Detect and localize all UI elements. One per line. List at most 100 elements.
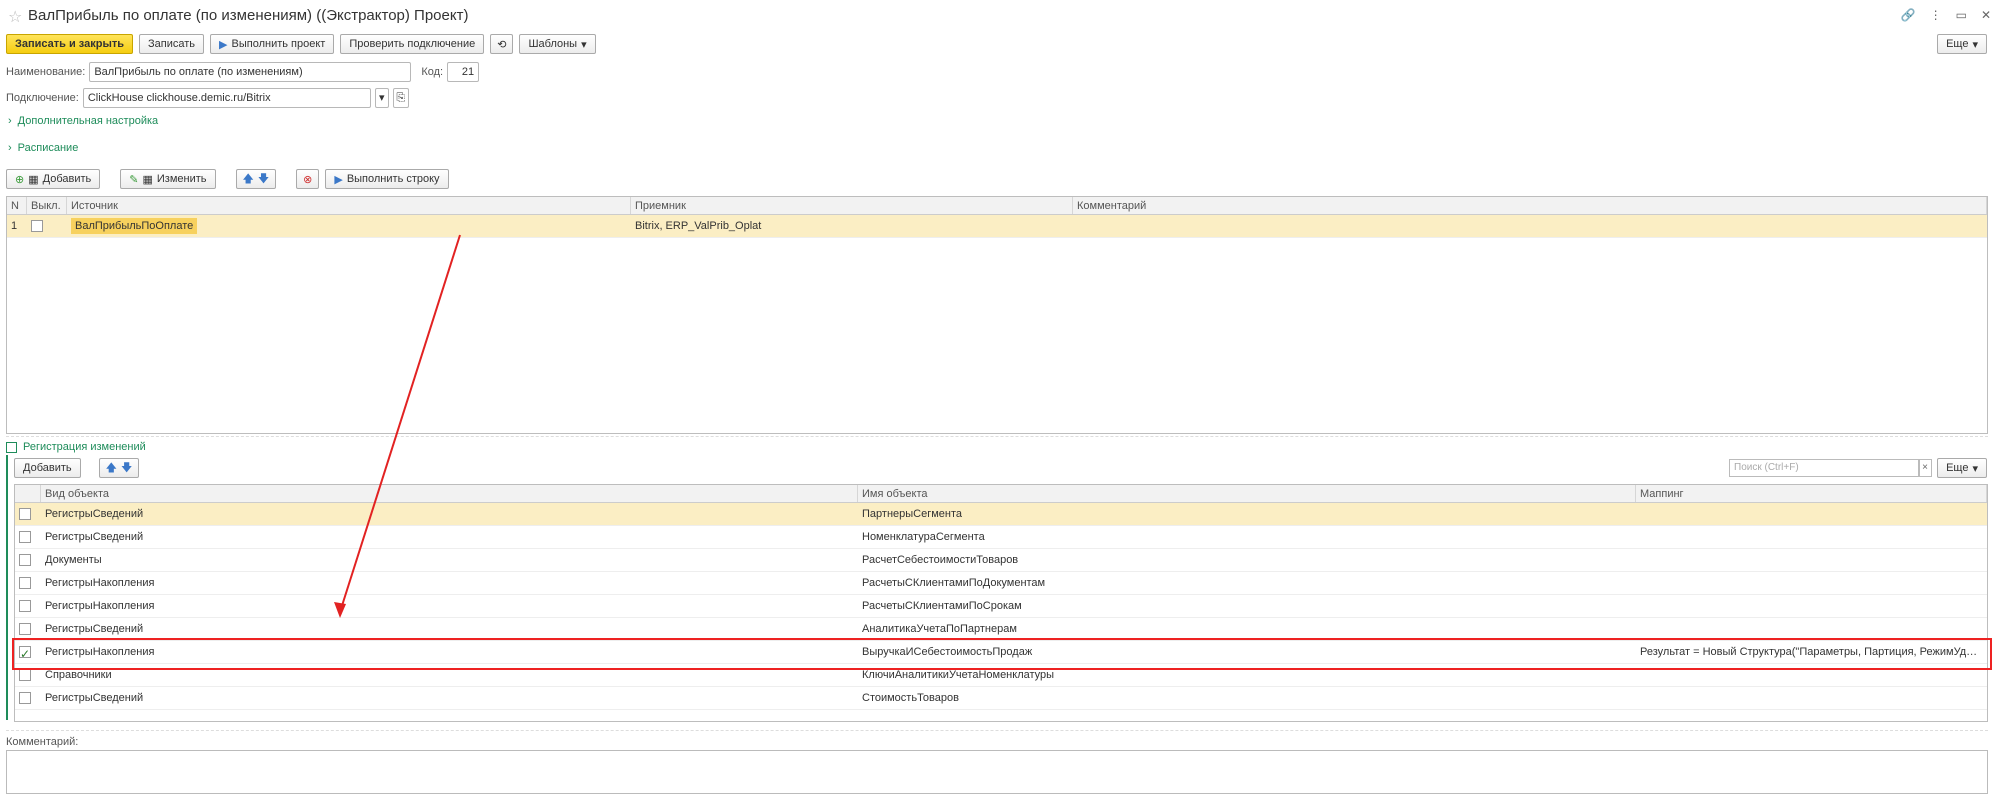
cell-mapping[interactable]: Результат = Новый Структура("Параметры, … — [1636, 641, 1987, 663]
extra-settings-section[interactable]: › Дополнительная настройка — [8, 115, 158, 127]
connection-dropdown-icon[interactable]: ▾ — [374, 88, 389, 108]
reg-more-button[interactable]: Еще ▾ — [1937, 458, 1987, 478]
link-icon[interactable]: 🔗 — [1901, 8, 1916, 22]
cell-mapping[interactable] — [1636, 526, 1987, 548]
col-kind[interactable]: Вид объекта — [41, 485, 858, 502]
table-row[interactable]: РегистрыНакопленияВыручкаИСебестоимостьП… — [15, 641, 1987, 664]
favorite-star-icon[interactable]: ☆ — [8, 7, 22, 27]
cell-kind[interactable]: РегистрыСведений — [41, 618, 858, 640]
search-input[interactable]: Поиск (Ctrl+F) — [1729, 459, 1920, 477]
reg-move-button[interactable]: 🡅 🡇 — [98, 458, 140, 478]
move-up-button[interactable]: 🡅 🡇 — [235, 169, 277, 189]
table-row[interactable]: РегистрыНакопления РасчетыСКлиентамиПоДок… — [15, 572, 1987, 595]
cell-check[interactable] — [15, 503, 41, 525]
cell-kind[interactable]: РегистрыНакопления — [41, 641, 858, 663]
cell-mapping[interactable] — [1636, 503, 1987, 525]
cell-mapping[interactable] — [1636, 595, 1987, 617]
cell-name[interactable]: ВыручкаИСебестоимостьПродаж — [858, 641, 1636, 663]
cell-name[interactable]: НоменклатураСегмента — [858, 526, 1636, 548]
cell-name[interactable]: ПартнерыСегмента — [858, 503, 1636, 525]
col-mapping[interactable]: Маппинг — [1636, 485, 1987, 502]
cell-check[interactable] — [15, 687, 41, 709]
connection-input[interactable]: ClickHouse clickhouse.demic.ru/Bitrix — [82, 88, 371, 108]
table-row[interactable]: Документы РасчетСебестоимостиТоваров — [15, 549, 1987, 572]
table-row[interactable]: РегистрыСведений АналитикаУчетаПоПартнера… — [15, 618, 1987, 641]
cell-mapping[interactable] — [1636, 549, 1987, 571]
row-checkbox[interactable] — [19, 600, 31, 613]
comment-textarea[interactable] — [6, 750, 1988, 794]
cell-check[interactable] — [15, 641, 41, 663]
col-comment[interactable]: Комментарий — [1073, 197, 1987, 214]
add-row-button[interactable]: ⊕ ▦ Добавить — [6, 169, 101, 189]
cell-check[interactable] — [15, 526, 41, 548]
schedule-section[interactable]: › Расписание — [8, 142, 78, 154]
cell-name[interactable]: РасчетыСКлиентамиПоДокументам — [858, 572, 1636, 594]
reg-add-button[interactable]: Добавить — [14, 458, 81, 478]
table-row[interactable]: 1 ВалПрибыльПоОплате Bitrix, ERP_ValPrib… — [7, 215, 1987, 238]
change-registration-section[interactable]: Регистрация изменений — [6, 441, 146, 453]
cell-kind[interactable]: РегистрыСведений — [41, 526, 858, 548]
more-button[interactable]: Еще ▾ — [1937, 34, 1987, 54]
cell-kind[interactable]: РегистрыНакопления — [41, 572, 858, 594]
col-source[interactable]: Источник — [67, 197, 631, 214]
cell-kind[interactable]: РегистрыСведений — [41, 687, 858, 709]
save-button[interactable]: Записать — [139, 34, 205, 54]
cell-mapping[interactable] — [1636, 572, 1987, 594]
col-name[interactable]: Имя объекта — [858, 485, 1636, 502]
col-check[interactable] — [15, 485, 41, 502]
templates-dropdown[interactable]: Шаблоны ▾ — [519, 34, 596, 54]
cell-name[interactable]: АналитикаУчетаПоПартнерам — [858, 618, 1636, 640]
save-and-close-button[interactable]: Записать и закрыть — [6, 34, 134, 54]
kebab-menu-icon[interactable]: ⋮ — [1930, 8, 1942, 22]
close-icon[interactable]: ✕ — [1981, 8, 1991, 22]
run-project-button[interactable]: ▶ Выполнить проект — [210, 34, 335, 54]
row-checkbox[interactable] — [19, 623, 31, 636]
table-row[interactable]: РегистрыСведений ПартнерыСегмента — [15, 503, 1987, 526]
table-row[interactable]: РегистрыСведений СтоимостьТоваров — [15, 687, 1987, 710]
clear-search-icon[interactable]: × — [1918, 459, 1932, 477]
cell-check[interactable] — [15, 595, 41, 617]
table-row[interactable]: РегистрыСведений НоменклатураСегмента — [15, 526, 1987, 549]
col-target[interactable]: Приемник — [631, 197, 1073, 214]
row-checkbox[interactable] — [19, 508, 31, 521]
row-checkbox[interactable] — [19, 531, 31, 544]
row-checkbox[interactable] — [19, 692, 31, 705]
col-n[interactable]: N — [7, 197, 27, 214]
cell-mapping[interactable] — [1636, 618, 1987, 640]
cell-kind[interactable]: РегистрыНакопления — [41, 595, 858, 617]
cell-name[interactable]: СтоимостьТоваров — [858, 687, 1636, 709]
table-row[interactable]: РегистрыНакопления РасчетыСКлиентамиПоСро… — [15, 595, 1987, 618]
restore-window-icon[interactable]: ▭ — [1956, 8, 1967, 22]
cell-mapping[interactable] — [1636, 687, 1987, 709]
open-link-icon[interactable]: ⎘ — [392, 88, 409, 108]
row-checkbox[interactable] — [19, 643, 31, 663]
cell-check[interactable] — [15, 618, 41, 640]
cell-check[interactable] — [15, 572, 41, 594]
check-connection-button[interactable]: Проверить подключение — [340, 34, 485, 54]
row-checkbox[interactable] — [19, 554, 31, 567]
cell-target[interactable]: Bitrix, ERP_ValPrib_Oplat — [631, 215, 1073, 237]
cell-comment[interactable] — [1073, 215, 1987, 237]
cell-name[interactable]: РасчетСебестоимостиТоваров — [858, 549, 1636, 571]
code-input[interactable]: 21 — [447, 62, 480, 82]
row-checkbox[interactable] — [19, 669, 31, 682]
table-row[interactable]: Справочники КлючиАналитикиУчетаНоменклату… — [15, 664, 1987, 687]
cell-mapping[interactable] — [1636, 664, 1987, 686]
cell-kind[interactable]: Справочники — [41, 664, 858, 686]
edit-row-button[interactable]: ✎ ▦ Изменить — [120, 169, 216, 189]
disabled-checkbox[interactable] — [31, 220, 43, 233]
col-disabled[interactable]: Выкл. — [27, 197, 67, 214]
cell-disabled[interactable] — [27, 215, 67, 237]
cell-name[interactable]: КлючиАналитикиУчетаНоменклатуры — [858, 664, 1636, 686]
run-row-button[interactable]: ▶ Выполнить строку — [325, 169, 449, 189]
row-checkbox[interactable] — [19, 577, 31, 590]
name-input[interactable]: ВалПрибыль по оплате (по изменениям) — [89, 62, 412, 82]
cell-name[interactable]: РасчетыСКлиентамиПоСрокам — [858, 595, 1636, 617]
cell-check[interactable] — [15, 549, 41, 571]
cell-source[interactable]: ВалПрибыльПоОплате — [67, 215, 631, 237]
history-button[interactable]: ⟲ — [490, 34, 514, 54]
cell-check[interactable] — [15, 664, 41, 686]
cell-kind[interactable]: Документы — [41, 549, 858, 571]
cell-kind[interactable]: РегистрыСведений — [41, 503, 858, 525]
delete-row-button[interactable]: ⊗ — [296, 169, 320, 189]
